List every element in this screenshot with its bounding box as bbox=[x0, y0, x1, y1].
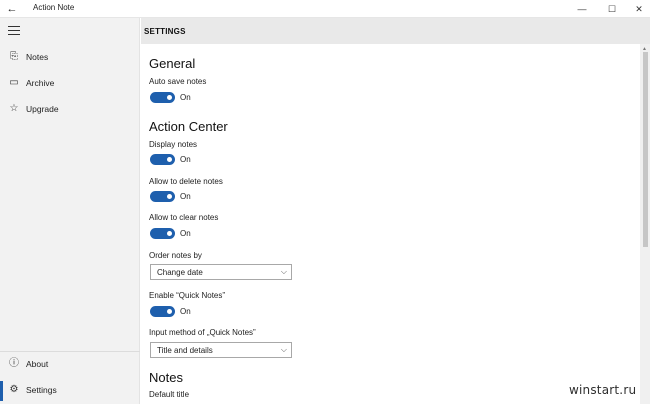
settings-content: General Auto save notes On Action Center… bbox=[141, 44, 640, 404]
chevron-down-icon: ⌵ bbox=[280, 267, 287, 276]
input-method-label: Input method of „Quick Notes” bbox=[149, 328, 256, 337]
sidebar: ⎘ Notes ▭ Archive ☆ Upgrade ⓘ About ⚙ Se… bbox=[0, 18, 140, 404]
selection-indicator bbox=[0, 381, 3, 401]
minimize-button[interactable]: — bbox=[567, 0, 597, 18]
title-bar: ← Action Note — ☐ ✕ bbox=[0, 0, 650, 18]
sidebar-item-about[interactable]: ⓘ About bbox=[0, 353, 140, 377]
section-title-general: General bbox=[149, 56, 196, 71]
maximize-button[interactable]: ☐ bbox=[597, 0, 627, 18]
order-by-label: Order notes by bbox=[149, 251, 202, 260]
default-title-label: Default title bbox=[149, 390, 190, 399]
page-header: SETTINGS bbox=[141, 18, 650, 44]
sidebar-item-label: Upgrade bbox=[26, 104, 59, 114]
allow-delete-label: Allow to delete notes bbox=[149, 177, 223, 186]
sidebar-item-label: Settings bbox=[26, 385, 57, 395]
star-icon: ☆ bbox=[9, 103, 19, 114]
window-title: Action Note bbox=[33, 3, 75, 12]
order-by-dropdown[interactable]: Change date ⌵ bbox=[150, 264, 292, 280]
input-method-dropdown[interactable]: Title and details ⌵ bbox=[150, 342, 292, 358]
allow-delete-state: On bbox=[180, 192, 191, 201]
display-notes-label: Display notes bbox=[149, 140, 198, 149]
info-icon: ⓘ bbox=[9, 358, 19, 369]
scroll-thumb[interactable] bbox=[643, 52, 648, 247]
order-by-value: Change date bbox=[157, 268, 203, 277]
gear-icon: ⚙ bbox=[9, 384, 19, 395]
display-notes-state: On bbox=[180, 155, 191, 164]
sidebar-divider bbox=[0, 351, 140, 352]
page-title: SETTINGS bbox=[144, 27, 186, 36]
sidebar-item-upgrade[interactable]: ☆ Upgrade bbox=[0, 98, 140, 122]
sidebar-item-label: Archive bbox=[26, 78, 55, 88]
auto-save-state: On bbox=[180, 93, 191, 102]
quick-notes-state: On bbox=[180, 307, 191, 316]
auto-save-toggle[interactable] bbox=[150, 92, 175, 103]
quick-notes-label: Enable “Quick Notes” bbox=[149, 291, 226, 300]
close-button[interactable]: ✕ bbox=[624, 0, 650, 18]
display-notes-toggle[interactable] bbox=[150, 154, 175, 165]
allow-clear-label: Allow to clear notes bbox=[149, 213, 219, 222]
chevron-down-icon: ⌵ bbox=[280, 345, 287, 354]
vertical-scrollbar[interactable]: ▲ bbox=[640, 44, 650, 404]
allow-clear-toggle[interactable] bbox=[150, 228, 175, 239]
allow-delete-toggle[interactable] bbox=[150, 191, 175, 202]
sidebar-item-notes[interactable]: ⎘ Notes bbox=[0, 46, 140, 70]
quick-notes-toggle[interactable] bbox=[150, 306, 175, 317]
input-method-value: Title and details bbox=[157, 346, 213, 355]
archive-icon: ▭ bbox=[9, 77, 19, 88]
sidebar-item-label: About bbox=[26, 359, 49, 369]
back-arrow-icon[interactable]: ← bbox=[4, 1, 20, 17]
section-title-action-center: Action Center bbox=[149, 119, 228, 134]
sidebar-item-label: Notes bbox=[26, 52, 49, 62]
auto-save-label: Auto save notes bbox=[149, 77, 207, 86]
hamburger-menu-icon[interactable] bbox=[8, 26, 20, 36]
sidebar-item-archive[interactable]: ▭ Archive bbox=[0, 72, 140, 96]
notes-icon: ⎘ bbox=[10, 51, 18, 62]
watermark: winstart.ru bbox=[569, 383, 637, 397]
allow-clear-state: On bbox=[180, 229, 191, 238]
section-title-notes: Notes bbox=[149, 370, 183, 385]
sidebar-item-settings[interactable]: ⚙ Settings bbox=[0, 379, 140, 403]
